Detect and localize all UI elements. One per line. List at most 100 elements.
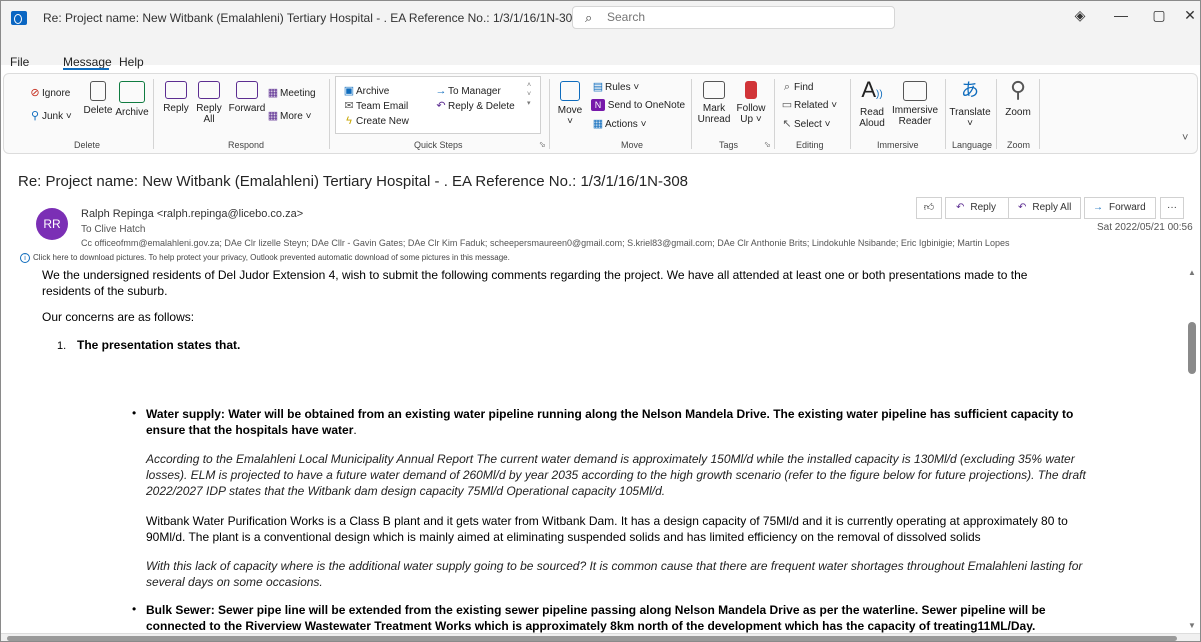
thumbs-up-icon: 👍︎ [923,202,935,213]
list-item: The presentation states that. [77,338,241,352]
body-paragraph: residents of the suburb. [42,284,168,298]
outlook-app-icon [11,11,27,25]
archive-icon [119,81,145,103]
quickstep-create-new[interactable]: ϟ Create New [342,115,409,128]
bullet-text-period: . [353,423,357,437]
reply-all-button[interactable]: Reply All [194,81,224,125]
ribbon-divider [774,79,775,149]
menu-help[interactable]: Help [119,55,144,69]
more-actions-button[interactable]: ··· [1160,197,1184,219]
junk-icon: ⚲ [30,110,40,122]
search-input[interactable] [607,10,867,24]
like-button[interactable]: 👍︎ [916,197,942,219]
ribbon-collapse-icon[interactable]: ˅ [1182,132,1188,144]
scroll-down-icon[interactable]: ▼ [1188,620,1196,632]
vertical-scrollbar[interactable] [1184,263,1200,633]
follow-up-button[interactable]: Follow Up ˅ [734,81,768,125]
quickstep-to-manager[interactable]: → To Manager [434,85,501,98]
select-button[interactable]: ↖ Select ˅ [780,118,830,131]
zoom-button[interactable]: ⚲ Zoom [1001,79,1035,119]
delete-button[interactable]: Delete [81,81,115,116]
search-box[interactable]: ⌕ [572,6,895,29]
ribbon-divider [945,79,946,149]
trash-icon [90,81,106,101]
rules-button[interactable]: ▤ Rules ˅ [591,81,639,94]
group-label-immersive: Immersive [877,140,919,150]
immersive-reader-icon [903,81,927,101]
vertical-scroll-thumb[interactable] [1188,322,1196,374]
meeting-button[interactable]: ▦ Meeting [266,87,316,100]
junk-button[interactable]: ⚲ Junk ˅ [28,110,72,123]
cursor-icon: ↖ [782,118,792,130]
close-button[interactable]: ✕ [1176,7,1200,24]
forward-button[interactable]: Forward [227,81,267,114]
avatar[interactable]: RR [36,208,68,240]
quote-text: With this lack of capacity where is the … [146,559,1083,573]
bullet-text: Bulk Sewer: Sewer pipe line will be exte… [146,603,1046,617]
onenote-icon: N [591,99,605,111]
envelope-icon [703,81,725,99]
scroll-up-icon[interactable]: ▲ [1188,267,1196,279]
mark-unread-button[interactable]: Mark Unread [697,81,731,125]
group-label-editing: Editing [796,140,824,150]
immersive-reader-button[interactable]: Immersive Reader [892,81,938,127]
title-bar: Re: Project name: New Witbank (Emalahlen… [1,1,1200,35]
actions-button[interactable]: ▦ Actions ˅ [591,118,647,131]
forward-icon [236,81,258,99]
ignore-button[interactable]: ⊘ Ignore [28,87,70,100]
reply-icon [165,81,187,99]
search-icon: ⌕ [585,10,593,25]
quickstep-archive[interactable]: ▣ Archive [342,85,390,98]
more-respond-button[interactable]: ▦ More ˅ [266,110,312,123]
send-to-onenote-button[interactable]: N Send to OneNote [591,99,685,112]
lightning-icon: ϟ [346,115,352,127]
minimize-button[interactable]: — [1107,7,1135,23]
quickstep-team-email[interactable]: ✉ Team Email [342,100,408,113]
body-paragraph: We the undersigned residents of Del Judo… [42,268,1028,282]
quick-steps-launcher-icon[interactable]: ⬂ [539,139,546,151]
quickstep-reply-delete[interactable]: ↶ Reply & Delete [434,100,514,113]
restore-button[interactable]: ▢ [1145,7,1173,24]
menu-file[interactable]: File [10,55,29,69]
archive-button[interactable]: Archive [115,81,149,118]
menu-message[interactable]: Message [63,55,112,69]
group-label-move: Move [621,140,644,150]
quote-text: losses). ELM is projected to have a futu… [146,468,1086,482]
body-paragraph: Our concerns are as follows: [42,310,195,324]
copilot-icon[interactable]: ◈ [1066,7,1094,24]
more-icon: ▦ [267,110,279,122]
translate-button[interactable]: あ Translate ˅ [949,79,991,129]
reply-action-button[interactable]: ↶ Reply [945,197,1009,219]
recipient-cc[interactable]: Cc officeofmm@emalahleni.gov.za; DAe Clr… [81,238,1009,248]
bullet-text: ensure that the hospitals have water [146,423,354,437]
reply-button[interactable]: Reply [161,81,191,114]
quote-text: 2022/2027 IDP states that the Witbank da… [146,484,666,498]
search-icon: ⌕ [783,81,791,93]
quick-steps-scroll[interactable]: ˄ ˅ ▾ [527,81,531,108]
arrow-right-icon: → [435,85,447,97]
ribbon-divider [549,79,550,149]
ribbon-divider [996,79,997,149]
body-paragraph: Witbank Water Purification Works is a Cl… [146,514,1068,528]
actions-icon: ▦ [592,118,604,130]
related-icon: ▭ [781,99,793,111]
flag-icon [745,81,757,99]
sender[interactable]: Ralph Repinga <ralph.repinga@licebo.co.z… [81,208,303,220]
bullet-icon: • [132,602,137,616]
move-button[interactable]: Move ˅ [555,81,585,127]
download-pictures-bar[interactable]: i Click here to download pictures. To hel… [20,253,510,263]
quote-text: several days on some occasions. [146,575,323,589]
rules-icon: ▤ [592,81,604,93]
related-button[interactable]: ▭ Related ˅ [780,99,837,112]
tags-launcher-icon[interactable]: ⬂ [764,139,771,151]
horizontal-scroll-thumb[interactable] [7,636,1177,641]
reply-icon: ↶ [436,100,446,112]
read-aloud-button[interactable]: A)) Read Aloud [856,79,888,130]
reply-all-action-button[interactable]: ↶ Reply All [1008,197,1081,219]
group-label-respond: Respond [228,140,265,150]
ribbon-divider [1039,79,1040,149]
list-number: 1. [57,340,67,352]
recipient-to[interactable]: To Clive Hatch [81,224,145,235]
find-button[interactable]: ⌕ Find [780,81,814,94]
forward-action-button[interactable]: → Forward [1084,197,1156,219]
